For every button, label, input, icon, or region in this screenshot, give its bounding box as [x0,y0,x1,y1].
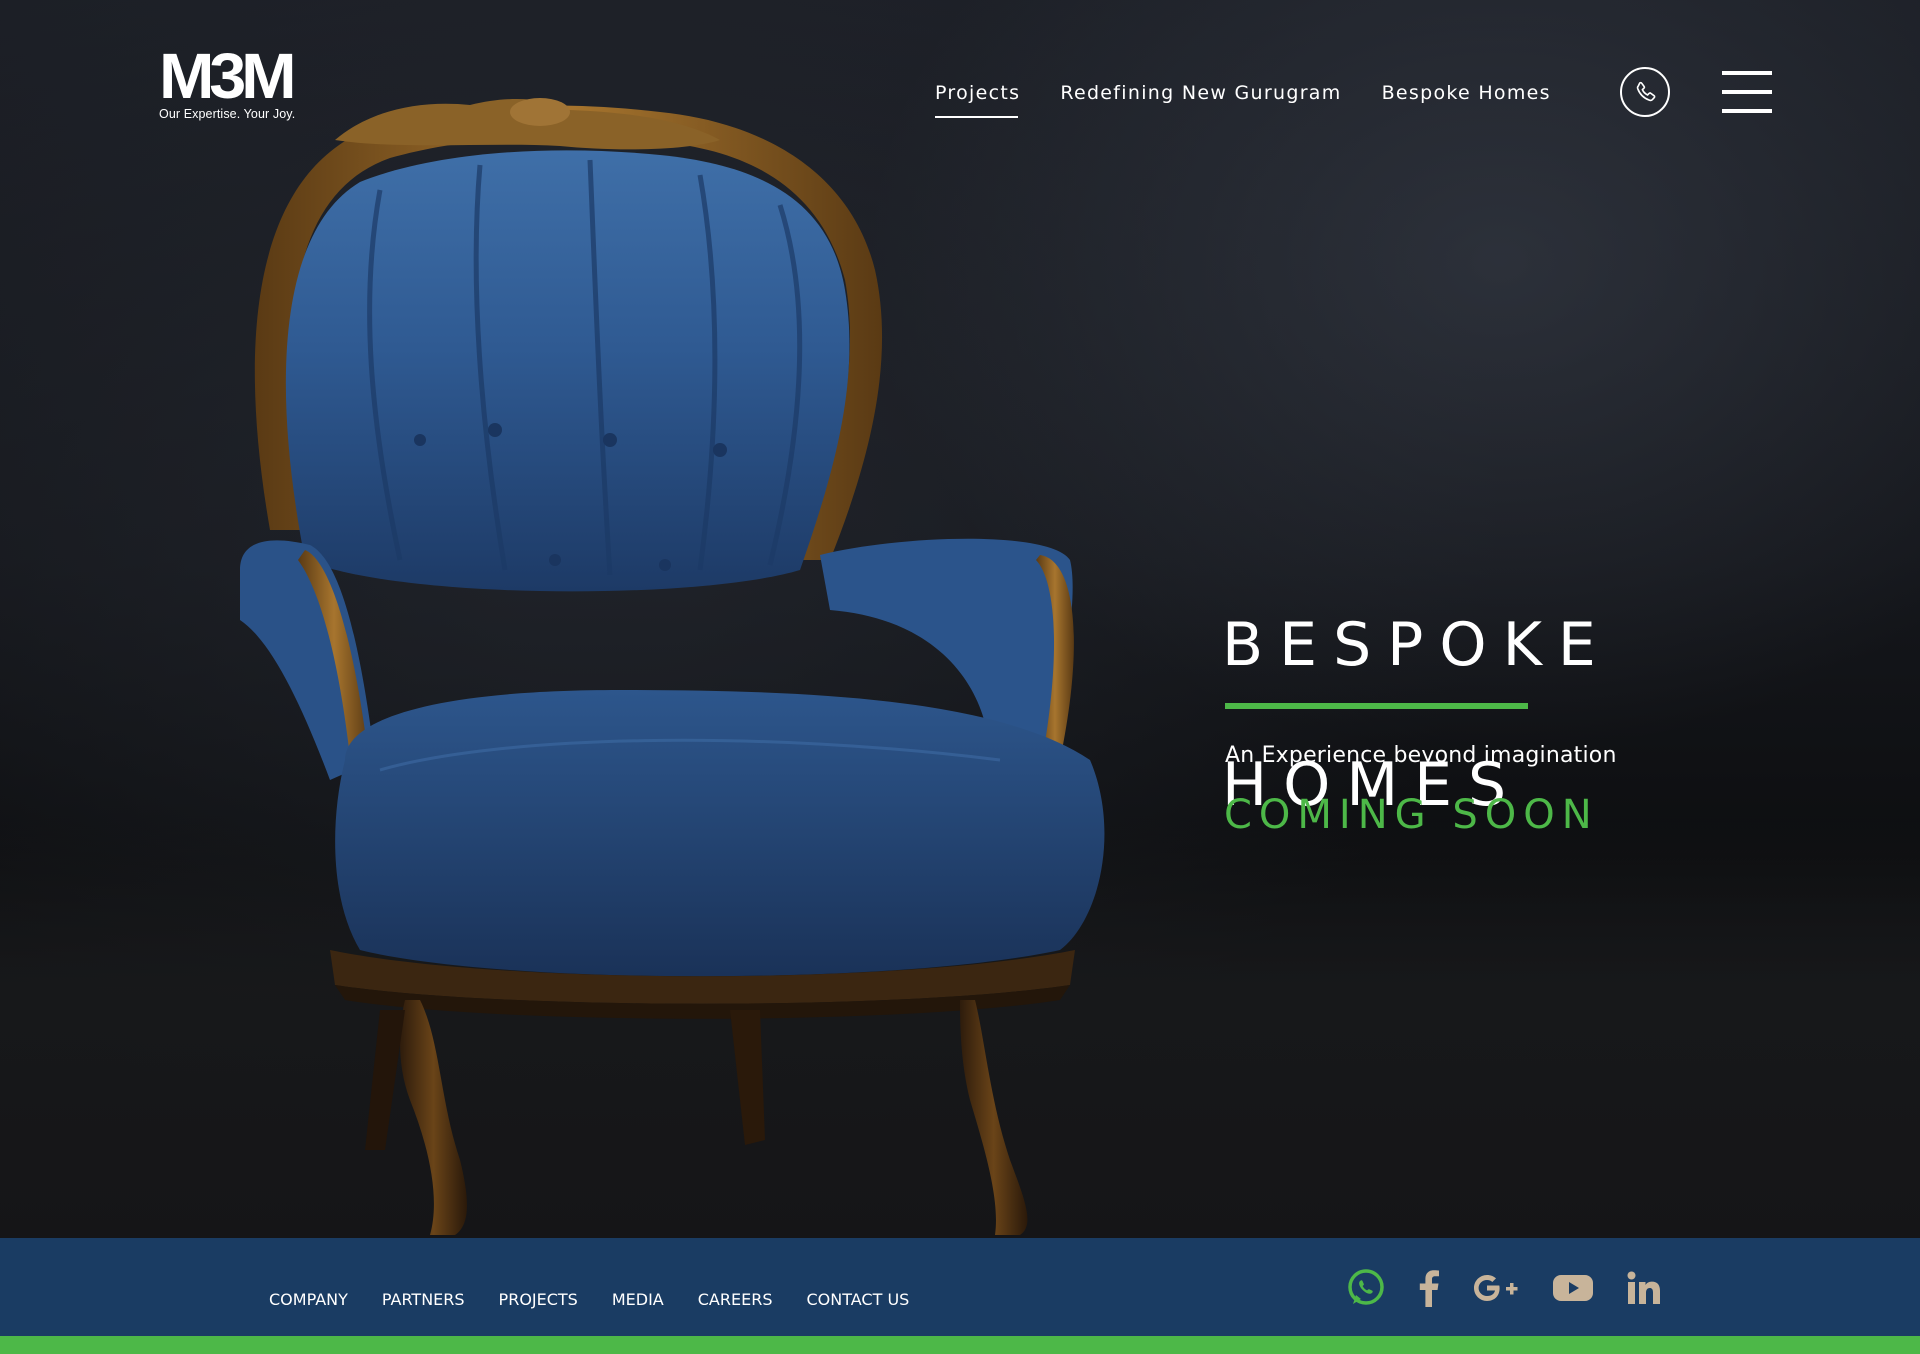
logo-mark: M3M [159,40,297,112]
footer-links: COMPANY PARTNERS PROJECTS MEDIA CAREERS … [269,1290,943,1309]
nav-projects[interactable]: Projects [935,82,1020,118]
footer: COMPANY PARTNERS PROJECTS MEDIA CAREERS … [0,1238,1920,1336]
hamburger-menu-button[interactable] [1722,71,1772,117]
youtube-icon[interactable] [1552,1273,1594,1303]
google-plus-icon[interactable] [1472,1272,1520,1304]
facebook-icon[interactable] [1418,1269,1440,1307]
nav-redefining-new-gurugram[interactable]: Redefining New Gurugram [1060,82,1341,104]
coming-soon-label: COMING SOON [1224,792,1599,838]
hero-tagline: An Experience beyond imagination [1225,743,1617,768]
m3m-logo[interactable]: M3M Our Expertise. Your Joy. [159,44,299,121]
green-divider [1225,703,1528,709]
hero-title-line-1: BESPOKE [1222,610,1612,680]
hamburger-menu-icon [1722,71,1772,75]
footer-link-careers[interactable]: CAREERS [698,1290,773,1309]
footer-accent-bar [0,1336,1920,1354]
footer-link-media[interactable]: MEDIA [612,1290,664,1309]
main-nav: Projects Redefining New Gurugram Bespoke… [935,82,1551,118]
footer-link-projects[interactable]: PROJECTS [499,1290,578,1309]
hero-section: M3M Our Expertise. Your Joy. Projects Re… [0,0,1920,1238]
footer-link-company[interactable]: COMPANY [269,1290,348,1309]
armchair-image [240,98,1105,1235]
social-links [1346,1268,1694,1308]
footer-link-contact-us[interactable]: CONTACT US [806,1290,909,1309]
footer-link-partners[interactable]: PARTNERS [382,1290,465,1309]
nav-bespoke-homes[interactable]: Bespoke Homes [1382,82,1551,104]
phone-button[interactable] [1620,67,1670,117]
whatsapp-icon[interactable] [1346,1268,1386,1308]
phone-icon [1636,81,1656,102]
linkedin-icon[interactable] [1626,1270,1662,1306]
